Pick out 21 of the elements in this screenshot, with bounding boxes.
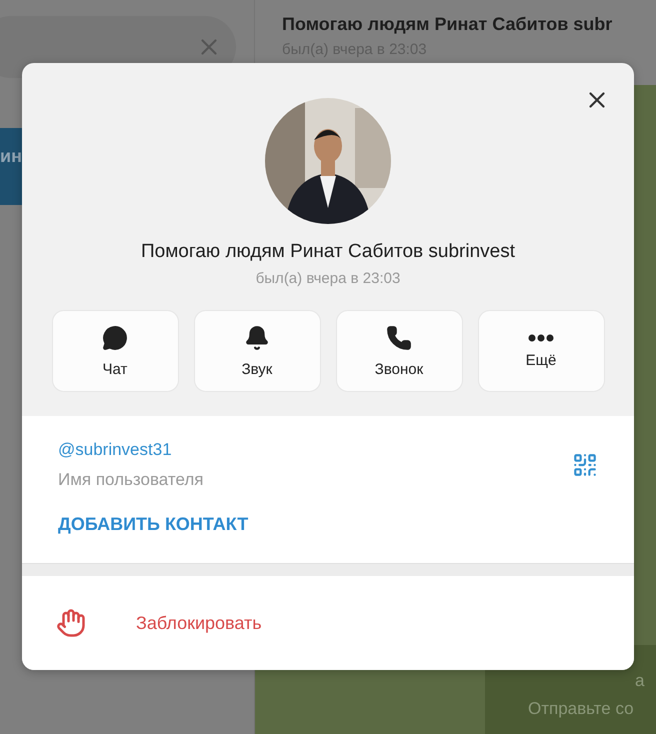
chat-title: ин: [0, 146, 22, 167]
profile-name: Помогаю людям Ринат Сабитов subrinvest: [140, 241, 516, 263]
action-button[interactable]: Звук: [194, 310, 320, 392]
phone-icon: [386, 324, 412, 350]
footer-text: Отправьте со: [528, 699, 635, 719]
chat-title: Помогаю людям Ринат Сабитов subr: [282, 14, 614, 35]
hand-icon: [56, 608, 86, 638]
more-icon: [528, 334, 554, 342]
qr-code-icon: [572, 452, 598, 478]
username-caption: Имя пользователя: [58, 470, 204, 490]
chat-icon: [102, 324, 128, 350]
add-contact-button[interactable]: ДОБАВИТЬ КОНТАКТ: [58, 514, 248, 535]
action-button[interactable]: Чат: [52, 310, 178, 392]
qr-code-button[interactable]: [572, 452, 598, 478]
action-button[interactable]: Звонок: [336, 310, 462, 392]
action-button[interactable]: Ещё: [478, 310, 604, 392]
block-button[interactable]: Заблокировать: [22, 576, 634, 670]
bell-icon: [244, 324, 270, 350]
username: @subrinvest31: [58, 440, 173, 460]
footer-text: а: [635, 671, 646, 691]
profile-status: был(а) вчера в 23:03: [256, 270, 400, 287]
